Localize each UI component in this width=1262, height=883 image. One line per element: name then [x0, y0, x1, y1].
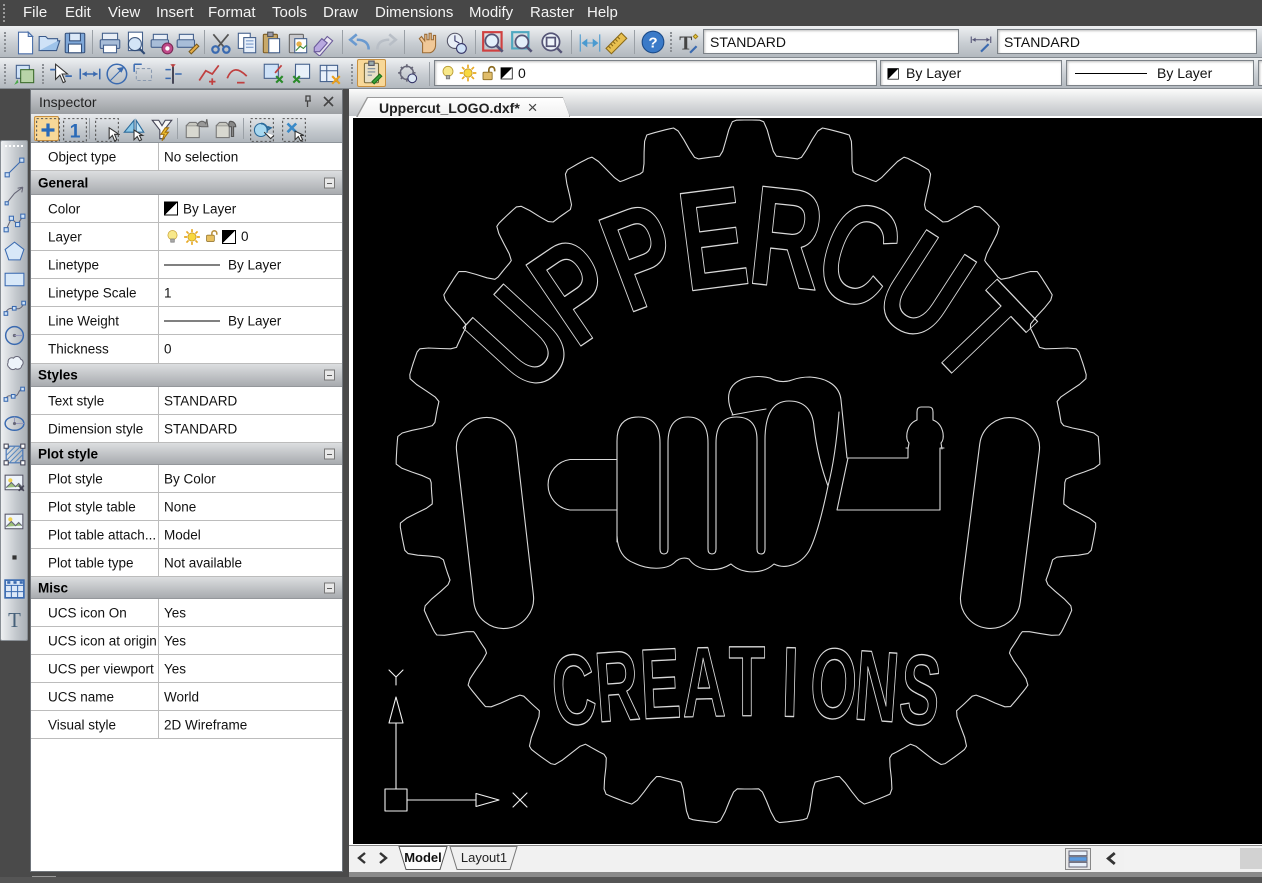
- svg-text:?: ?: [648, 34, 657, 51]
- svg-text:S: S: [895, 633, 946, 748]
- svg-text:A: A: [681, 626, 727, 739]
- svg-text:R: R: [591, 630, 642, 744]
- svg-text:Layout1: Layout1: [461, 850, 507, 865]
- svg-text:T: T: [8, 608, 21, 632]
- svg-text:Model: Model: [404, 850, 442, 865]
- svg-text:T: T: [729, 626, 766, 738]
- svg-text:N: N: [851, 630, 902, 744]
- svg-text:E: E: [638, 627, 683, 740]
- svg-text:I: I: [781, 627, 800, 739]
- svg-text:O: O: [808, 627, 860, 741]
- svg-text:1: 1: [70, 121, 81, 143]
